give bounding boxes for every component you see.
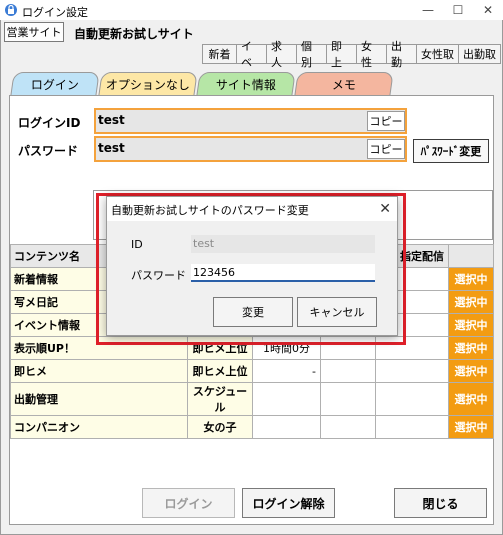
password-label: パスワード: [18, 144, 79, 158]
logout-button[interactable]: ログイン解除: [242, 488, 335, 518]
dialog-password-label: パスワード: [131, 269, 186, 282]
category-tab[interactable]: 新着: [202, 44, 237, 64]
status-badge[interactable]: 選択中: [448, 359, 494, 383]
table-row[interactable]: コンパニオン 女の子 選択中: [10, 415, 494, 439]
password-field[interactable]: test: [94, 136, 407, 162]
status-badge[interactable]: 選択中: [448, 290, 494, 314]
dialog-change-button[interactable]: 変更: [213, 297, 293, 327]
status-badge[interactable]: 選択中: [448, 382, 494, 416]
tab-site-info[interactable]: サイト情報: [196, 72, 296, 96]
dialog-title-bar: 自動更新お試しサイトのパスワード変更 ✕: [107, 197, 397, 221]
status-badge[interactable]: 選択中: [448, 336, 494, 360]
app-icon: [5, 4, 17, 16]
category-tab[interactable]: 出勤: [386, 40, 417, 69]
category-tab[interactable]: 女性: [356, 40, 387, 69]
maximize-button[interactable]: ☐: [443, 0, 473, 20]
category-tab[interactable]: イベ: [236, 40, 267, 69]
status-badge[interactable]: 選択中: [448, 313, 494, 337]
dialog-close-icon[interactable]: ✕: [379, 201, 391, 217]
copy-password-button[interactable]: コピー: [367, 139, 405, 159]
login-button[interactable]: ログイン: [142, 488, 235, 518]
close-icon: ✕: [482, 3, 494, 17]
tab-login[interactable]: ログイン: [10, 72, 100, 96]
dialog-cancel-button[interactable]: キャンセル: [297, 297, 377, 327]
category-tab[interactable]: 出勤取: [458, 44, 501, 64]
table-row[interactable]: 出勤管理 スケジュール 選択中: [10, 382, 494, 416]
window-title: ログイン設定: [22, 6, 88, 19]
category-tab[interactable]: 即上: [326, 40, 357, 69]
site-type-button[interactable]: 営業サイト: [4, 22, 64, 42]
close-button[interactable]: 閉じる: [394, 488, 487, 518]
category-tab[interactable]: 個別: [296, 40, 327, 69]
dialog-id-label: ID: [131, 238, 143, 251]
minimize-button[interactable]: —: [413, 0, 443, 20]
dialog-title: 自動更新お試しサイトのパスワード変更: [111, 204, 309, 217]
tab-memo[interactable]: メモ: [294, 72, 394, 96]
copy-id-button[interactable]: コピー: [367, 111, 405, 131]
dialog-id-field: test: [191, 235, 375, 253]
table-row[interactable]: 即ヒメ 即ヒメ上位 - 選択中: [10, 359, 494, 383]
title-bar: ログイン設定 — ☐ ✕: [0, 0, 503, 20]
password-change-dialog: 自動更新お試しサイトのパスワード変更 ✕ ID test パスワード 12345…: [106, 196, 398, 336]
category-tab[interactable]: 女性取: [416, 44, 459, 64]
minimize-icon: —: [422, 3, 434, 17]
login-id-label: ログインID: [18, 116, 81, 130]
login-id-field[interactable]: test: [94, 108, 407, 134]
password-change-button[interactable]: ﾊﾟｽﾜｰﾄﾞ変更: [413, 139, 489, 163]
maximize-icon: ☐: [452, 3, 464, 17]
site-name: 自動更新お試しサイト: [74, 27, 194, 41]
category-tab[interactable]: 求人: [266, 40, 297, 69]
status-badge[interactable]: 選択中: [448, 415, 494, 439]
dialog-password-input[interactable]: 123456: [191, 264, 375, 282]
category-tabs: 新着 イベ 求人 個別 即上 女性 出勤 女性取 出勤取: [202, 40, 501, 69]
tab-options[interactable]: オプションなし: [98, 72, 198, 96]
close-window-button[interactable]: ✕: [473, 0, 503, 20]
status-badge[interactable]: 選択中: [448, 267, 494, 291]
